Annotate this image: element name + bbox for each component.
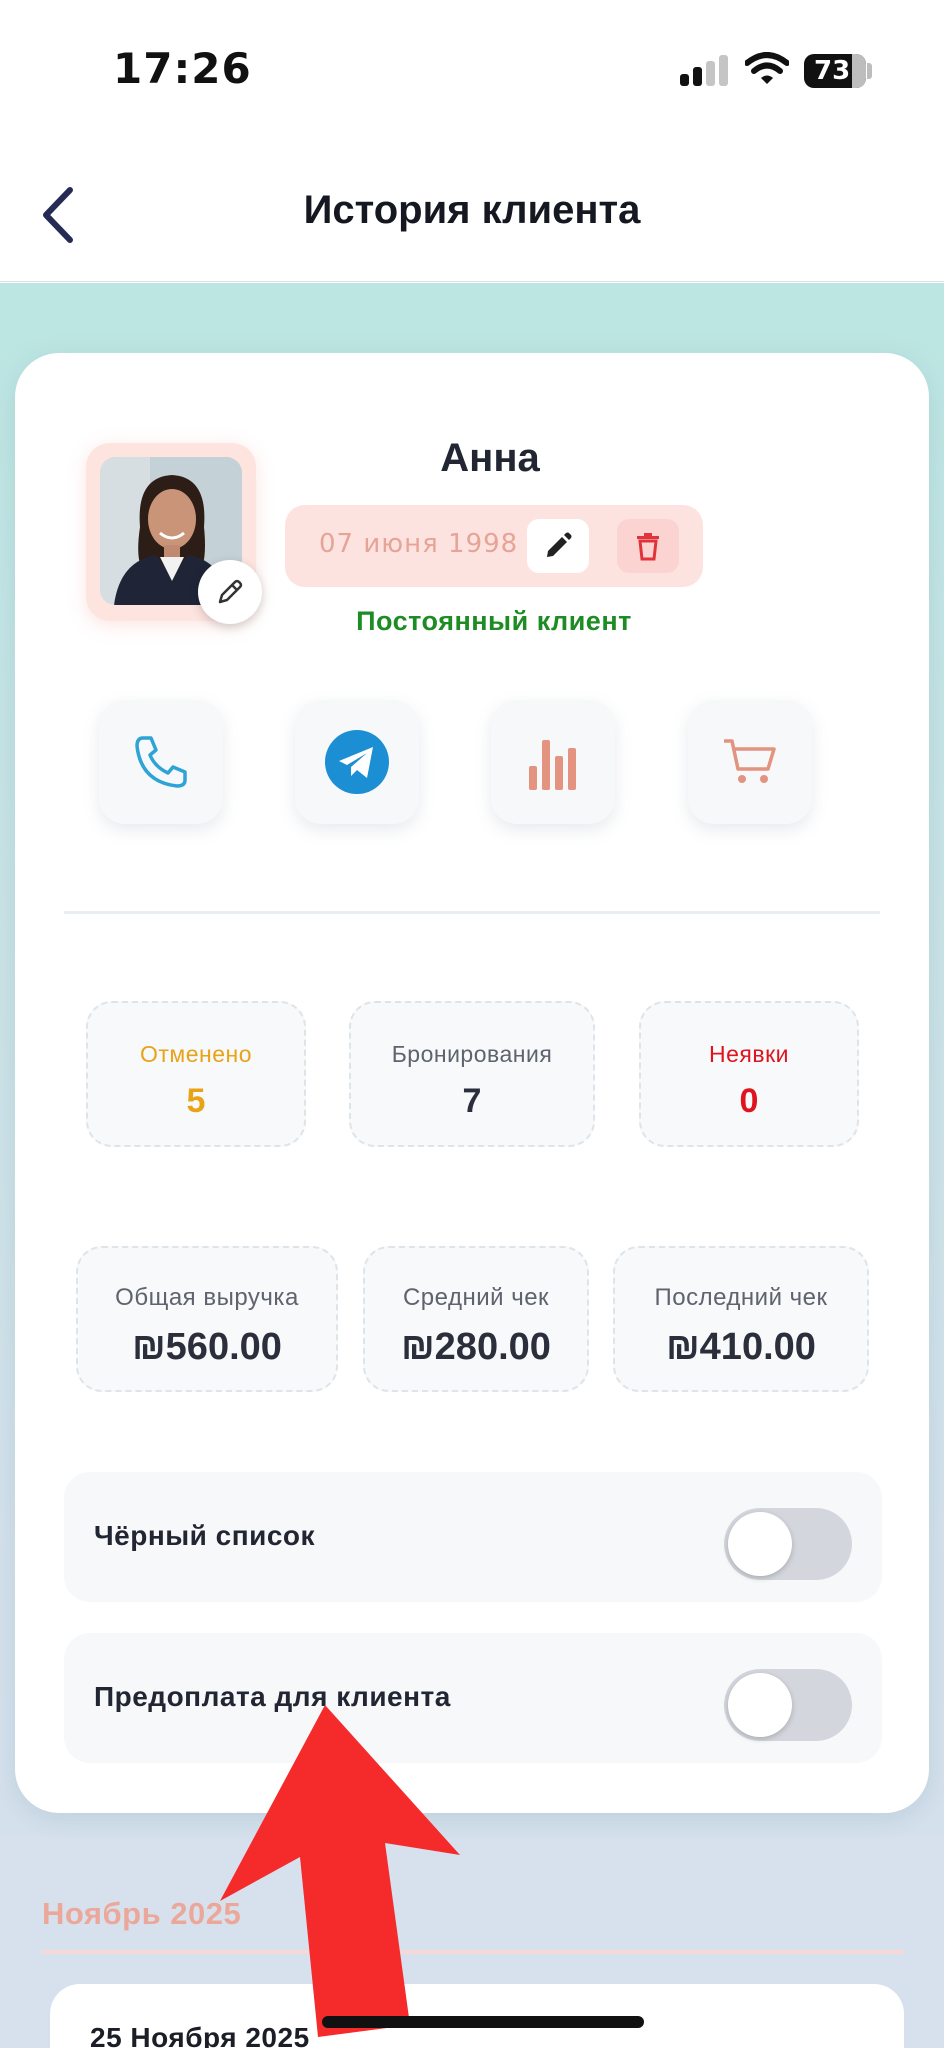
edit-birth-date-button[interactable] [527,519,589,573]
telegram-icon [325,730,389,794]
bar-chart-icon [529,740,576,790]
pencil-icon [547,532,572,557]
toggle-knob [728,1512,792,1576]
toggle-knob [728,1673,792,1737]
stat-cancelled: Отменено 5 [86,1001,306,1147]
stat-value: 0 [739,1082,759,1120]
stat-value: 7 [462,1082,482,1120]
trash-icon [637,533,659,561]
page-title: История клиента [303,188,641,232]
stat-value: ₪280.00 [401,1326,551,1368]
stat-value: ₪410.00 [666,1326,816,1368]
battery-level: 73 [814,56,851,86]
client-status: Постоянный клиент [356,606,632,636]
wifi-icon [744,52,790,86]
stat-no-shows: Неявки 0 [639,1001,859,1147]
cart-icon [724,739,776,783]
stat-label: Бронирования [391,1041,553,1067]
call-button[interactable] [99,700,223,824]
status-bar: 17:26 73 [0,0,944,140]
annotation-arrow-icon [220,1705,460,2037]
prepayment-row: Предоплата для клиента [64,1633,882,1763]
month-header: Ноябрь 2025 [42,1896,242,1931]
toggle-label: Чёрный список [94,1520,316,1551]
client-name: Анна [440,436,540,480]
stat-label: Последний чек [654,1284,828,1311]
stat-label: Средний чек [402,1284,550,1311]
battery-nub [867,63,872,79]
blacklist-toggle[interactable] [724,1508,852,1580]
stat-label: Отменено [139,1041,252,1067]
phone-icon [135,736,187,788]
month-divider [42,1950,904,1954]
delete-birth-date-button[interactable] [617,519,679,573]
birth-date: 07 июня 1998 [319,529,519,559]
stat-bookings: Бронирования 7 [349,1001,595,1147]
avatar-edit-button[interactable] [198,560,262,624]
stat-last-check: Последний чек ₪410.00 [613,1246,869,1392]
blacklist-row: Чёрный список [64,1472,882,1602]
nav-bar: История клиента [0,140,944,282]
telegram-button[interactable] [295,700,419,824]
stat-label: Неявки [709,1041,789,1067]
home-indicator [322,2016,644,2028]
stat-average-check: Средний чек ₪280.00 [363,1246,589,1392]
stat-total-revenue: Общая выручка ₪560.00 [76,1246,338,1392]
stat-label: Общая выручка [115,1284,299,1311]
divider [64,911,880,914]
battery-icon: 73 [804,54,866,88]
status-time: 17:26 [113,44,252,93]
statistics-button[interactable] [491,700,615,824]
birth-date-pill: 07 июня 1998 [285,505,703,587]
purchases-button[interactable] [688,700,812,824]
stat-value: ₪560.00 [132,1326,282,1368]
signal-icon [680,55,728,86]
pencil-icon [218,579,243,604]
stat-value: 5 [186,1082,206,1120]
prepayment-toggle[interactable] [724,1669,852,1741]
